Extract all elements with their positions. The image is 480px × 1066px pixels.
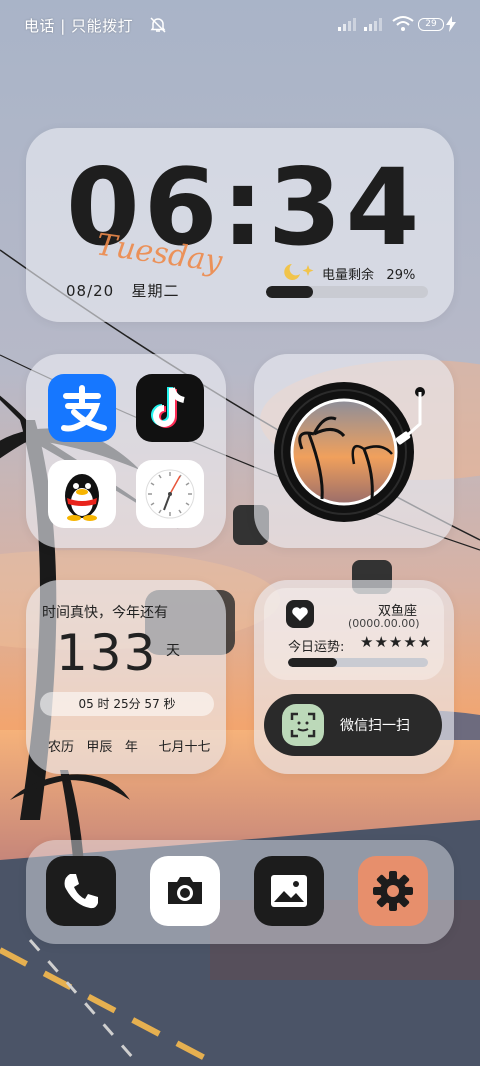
wechat-scan-button[interactable]: 微信扫一扫 xyxy=(264,694,442,756)
fortune-progress-fill xyxy=(288,658,337,667)
gallery-app[interactable] xyxy=(254,856,324,926)
zodiac-birth: (0000.00.00) xyxy=(348,617,420,630)
battery-icon: 29 xyxy=(418,18,444,31)
phone-app[interactable] xyxy=(46,856,116,926)
heart-icon xyxy=(292,607,308,621)
countdown-remaining: 05 时 25分 57 秒 xyxy=(40,692,214,716)
music-player-widget[interactable] xyxy=(254,354,454,548)
date-text: 08/20 xyxy=(66,282,115,300)
fortune-label: 今日运势: xyxy=(288,640,345,655)
countdown-heading: 时间真快，今年还有 xyxy=(42,605,168,621)
alipay-icon xyxy=(61,385,107,432)
clock-widget[interactable]: 06:34 Tuesday 08/20 星期二 电量剩余 29% xyxy=(26,128,454,322)
countdown-days: 133 xyxy=(56,624,158,682)
moon-stars-icon xyxy=(284,264,314,280)
lunar-year: 甲辰 xyxy=(86,740,113,755)
clock-date: 08/20 星期二 xyxy=(66,280,180,301)
battery-progress-bar xyxy=(266,286,428,298)
lunar-date: 农历 甲辰 年 七月十七 xyxy=(48,736,211,755)
status-bar: 电话 | 只能拨打 29 xyxy=(0,0,480,50)
weekday-chinese: 星期二 xyxy=(131,282,180,300)
charging-icon xyxy=(446,16,456,32)
wifi-icon xyxy=(392,16,414,31)
battery-progress-fill xyxy=(266,286,313,298)
qq-app[interactable] xyxy=(48,460,116,528)
camera-app[interactable] xyxy=(150,856,220,926)
heart-badge xyxy=(286,600,314,628)
bell-off-icon xyxy=(150,17,166,33)
days-unit: 天 xyxy=(166,643,180,659)
fortune-stars: ★★★★★ xyxy=(360,633,433,651)
wechat-scan-label: 微信扫一扫 xyxy=(340,718,410,734)
fortune-progress-bar xyxy=(288,658,428,667)
phone-icon xyxy=(64,874,98,909)
douyin-app[interactable] xyxy=(136,374,204,442)
gear-icon xyxy=(373,871,413,911)
lunar-label: 农历 xyxy=(48,740,75,755)
alipay-app[interactable] xyxy=(48,374,116,442)
dock xyxy=(26,840,454,944)
battery-percent: 29% xyxy=(386,268,416,283)
signal-icon xyxy=(338,18,356,31)
face-scan-icon xyxy=(290,712,316,738)
camera-icon xyxy=(168,877,202,904)
signal-icon-2 xyxy=(364,18,382,31)
settings-app[interactable] xyxy=(358,856,428,926)
gallery-icon xyxy=(271,875,307,907)
vinyl-record-icon xyxy=(274,382,425,522)
qq-penguin-icon xyxy=(65,474,99,521)
clock-icon xyxy=(145,469,195,519)
scan-badge xyxy=(282,704,324,746)
carrier-text: 电话 | 只能拨打 xyxy=(24,17,134,35)
lunar-day: 七月十七 xyxy=(158,740,211,755)
battery-remaining: 电量剩余 29% xyxy=(322,264,415,283)
douyin-icon xyxy=(151,387,185,428)
lunar-year-unit: 年 xyxy=(124,740,138,755)
app-grid-widget xyxy=(26,354,226,548)
year-countdown-widget[interactable]: 时间真快，今年还有 133 天 05 时 25分 57 秒 农历 甲辰 年 七月… xyxy=(26,580,226,774)
horoscope-widget: 双鱼座 (0000.00.00) 今日运势: ★★★★★ 微信扫一扫 xyxy=(254,580,454,774)
battery-label: 电量剩余 xyxy=(322,268,375,283)
horoscope-panel[interactable]: 双鱼座 (0000.00.00) 今日运势: ★★★★★ xyxy=(264,588,444,680)
clock-app[interactable] xyxy=(136,460,204,528)
